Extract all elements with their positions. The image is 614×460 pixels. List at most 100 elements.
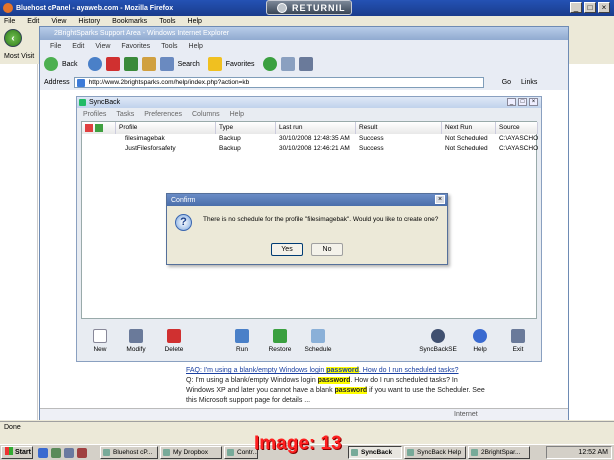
- firefox-right-panel: [570, 64, 614, 420]
- menu-profiles[interactable]: Profiles: [83, 111, 106, 118]
- column-icons-header[interactable]: [82, 122, 116, 134]
- image-caption-overlay: Image: 13: [254, 433, 342, 454]
- syncback-title-bar: SyncBack _ □ ×: [77, 97, 541, 108]
- firefox-icon: [3, 3, 13, 13]
- home-icon[interactable]: [141, 57, 156, 71]
- quicklaunch-icon[interactable]: [64, 448, 74, 458]
- dialog-title: Confirm: [171, 196, 196, 204]
- ie-menu-view[interactable]: View: [95, 43, 110, 50]
- faq-result: FAQ: I'm using a blank/empty Windows log…: [186, 366, 526, 406]
- column-type[interactable]: Type: [216, 122, 276, 134]
- dialog-title-bar: Confirm ×: [167, 194, 447, 206]
- help-icon: [473, 329, 487, 343]
- table-row[interactable]: filesimagebak Backup 30/10/2008 12:48:35…: [82, 134, 538, 144]
- favorites-icon[interactable]: [207, 57, 222, 71]
- menu-bookmarks[interactable]: Bookmarks: [112, 18, 147, 25]
- menu-history[interactable]: History: [78, 18, 100, 25]
- quicklaunch-icon[interactable]: [77, 448, 87, 458]
- task-syncback-help[interactable]: SyncBack Help: [404, 446, 466, 459]
- refresh-icon[interactable]: [123, 57, 138, 71]
- close-button[interactable]: ×: [598, 2, 610, 13]
- search-highlight: password: [334, 387, 368, 394]
- stop-icon[interactable]: [105, 57, 120, 71]
- table-row[interactable]: JustFilesforsafety Backup 30/10/2008 12:…: [82, 144, 538, 154]
- row-type: Backup: [219, 135, 241, 142]
- schedule-button[interactable]: Schedule: [295, 329, 341, 353]
- menu-view[interactable]: View: [51, 18, 66, 25]
- column-next-run[interactable]: Next Run: [442, 122, 496, 134]
- row-profile: JustFilesforsafety: [125, 145, 176, 152]
- syncback-minimize-button[interactable]: _: [507, 98, 516, 106]
- column-profile[interactable]: Profile: [116, 122, 216, 134]
- task-dropbox[interactable]: My Dropbox: [160, 446, 222, 459]
- no-button[interactable]: No: [311, 243, 343, 256]
- schedule-icon: [311, 329, 325, 343]
- ie-search-label[interactable]: Search: [178, 61, 200, 68]
- start-button[interactable]: Start: [1, 446, 33, 459]
- syncback-close-button[interactable]: ×: [529, 98, 538, 106]
- ie-address-bar: Address http://www.2brightsparks.com/hel…: [40, 75, 568, 89]
- desktop-quicklaunch-icon[interactable]: [51, 448, 61, 458]
- task-control[interactable]: Contr...: [224, 446, 258, 459]
- faq-link[interactable]: FAQ: I'm using a blank/empty Windows log…: [186, 366, 526, 376]
- modify-icon: [129, 329, 143, 343]
- ie-menu-file[interactable]: File: [50, 43, 61, 50]
- syncback-toolbar: New Modify Delete Run Restore Schedule S…: [77, 327, 541, 361]
- menu-edit[interactable]: Edit: [27, 18, 39, 25]
- menu-preferences[interactable]: Preferences: [144, 111, 182, 118]
- ie-menu-edit[interactable]: Edit: [72, 43, 84, 50]
- ie-menu-help[interactable]: Help: [189, 43, 203, 50]
- firefox-status-bar: Done: [0, 421, 614, 433]
- minimize-button[interactable]: _: [570, 2, 582, 13]
- ie-back-label[interactable]: Back: [62, 61, 78, 68]
- delete-button[interactable]: Delete: [151, 329, 197, 353]
- ie-zone: Internet: [454, 411, 478, 418]
- delete-icon: [167, 329, 181, 343]
- address-input[interactable]: http://www.2brightsparks.com/help/index.…: [73, 76, 484, 88]
- ie-favorites-label[interactable]: Favorites: [226, 61, 255, 68]
- search-highlight: password: [317, 377, 351, 384]
- task-syncback[interactable]: SyncBack: [348, 446, 402, 459]
- task-bluehost[interactable]: Bluehost cP...: [100, 446, 158, 459]
- column-result[interactable]: Result: [356, 122, 442, 134]
- back-arrow-icon[interactable]: ‹: [4, 29, 22, 47]
- confirm-dialog: Confirm × ? There is no schedule for the…: [166, 193, 448, 265]
- task-2brightsparks[interactable]: 2BrightSpar...: [468, 446, 530, 459]
- new-icon: [93, 329, 107, 343]
- row-last-run: 30/10/2008 12:46:21 AM: [279, 145, 350, 152]
- mail-icon[interactable]: [280, 57, 295, 71]
- menu-tasks[interactable]: Tasks: [116, 111, 134, 118]
- menu-tools[interactable]: Tools: [159, 18, 175, 25]
- column-source[interactable]: Source: [496, 122, 538, 134]
- forward-icon[interactable]: [87, 57, 102, 71]
- menu-file[interactable]: File: [4, 18, 15, 25]
- links-button[interactable]: Links: [521, 79, 537, 86]
- delete-label: Delete: [164, 346, 184, 353]
- syncbackse-icon: [431, 329, 445, 343]
- ie-menu-tools[interactable]: Tools: [161, 43, 177, 50]
- menu-sb-help[interactable]: Help: [230, 111, 244, 118]
- dialog-close-button[interactable]: ×: [435, 195, 445, 204]
- back-icon[interactable]: [44, 57, 58, 71]
- menu-columns[interactable]: Columns: [192, 111, 220, 118]
- column-last-run[interactable]: Last run: [276, 122, 356, 134]
- returnil-button[interactable]: RETURNIL: [266, 0, 352, 15]
- faq-a2: Windows XP and later you cannot have a b…: [186, 387, 335, 394]
- most-visited-bookmark[interactable]: Most Visit: [4, 53, 34, 60]
- syncbackse-button[interactable]: SyncBackSE: [415, 329, 461, 353]
- yes-button[interactable]: Yes: [271, 243, 303, 256]
- syncback-maximize-button[interactable]: □: [518, 98, 527, 106]
- clock[interactable]: 12:52 AM: [578, 449, 608, 456]
- print-icon[interactable]: [298, 57, 313, 71]
- ie-menu-favorites[interactable]: Favorites: [121, 43, 150, 50]
- maximize-button[interactable]: □: [584, 2, 596, 13]
- run-label: Run: [236, 346, 248, 353]
- restore-label: Restore: [268, 346, 292, 353]
- menu-help[interactable]: Help: [188, 18, 202, 25]
- search-icon[interactable]: [159, 57, 174, 71]
- exit-button[interactable]: Exit: [495, 329, 541, 353]
- row-source: C:\AYASCHOO: [499, 145, 538, 152]
- history-icon[interactable]: [262, 57, 277, 71]
- go-button[interactable]: Go: [502, 79, 511, 86]
- ie-quicklaunch-icon[interactable]: [38, 448, 48, 458]
